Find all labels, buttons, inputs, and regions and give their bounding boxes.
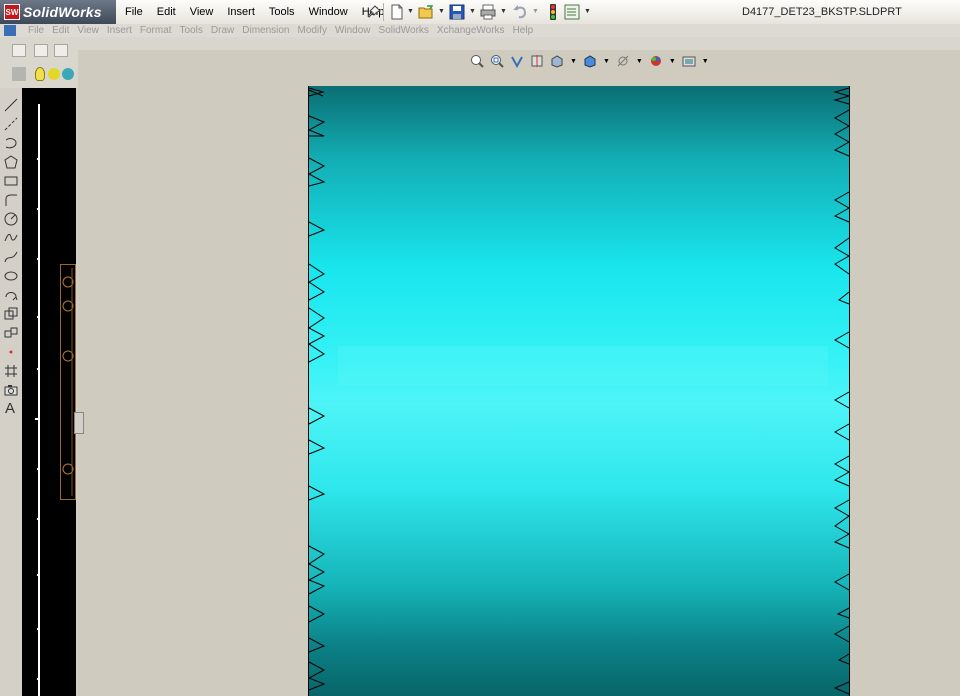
centerline-icon[interactable] [4,117,18,131]
point-icon[interactable] [4,345,18,359]
ghost-new-icon [12,44,26,57]
ghost-menu-draw: Draw [210,25,235,36]
hide-show-items-icon[interactable] [616,54,630,68]
freeform-curve-icon[interactable] [4,250,18,264]
options-icon[interactable] [564,4,580,20]
edit-appearance-icon[interactable] [649,54,663,68]
text-tool-icon[interactable]: A [5,400,15,417]
mirror-icon[interactable] [4,326,18,340]
splitter-handle[interactable] [74,412,84,434]
app-brand: SW SolidWorks [0,0,116,24]
display-style-icon[interactable] [583,54,597,68]
ghost-menu-solidworks: SolidWorks [378,25,429,36]
pushpin-icon[interactable] [366,4,382,20]
rebuild-traffic-light-icon[interactable] [545,4,561,20]
ghost-menu-file: File [28,25,45,36]
sun-icon [48,68,60,80]
spline-icon[interactable] [4,231,18,245]
ghost-menu-insert: Insert [106,25,132,36]
ghost-menu-modify: Modify [297,25,327,36]
ghost-save-icon [54,44,68,57]
save-icon[interactable] [449,4,465,20]
view-toolbar: ▼ ▼ ▼ ▼ ▼ [470,54,709,68]
menu-file[interactable]: File [118,4,150,20]
scene-dropdown-icon[interactable]: ▼ [702,58,709,65]
menu-edit[interactable]: Edit [150,4,183,20]
offset-icon[interactable] [4,307,18,321]
ghost-menu-bar: File Edit View Insert Format Tools Draw … [0,24,960,37]
menu-insert[interactable]: Insert [220,4,262,20]
appearance-dropdown-icon[interactable]: ▼ [669,58,676,65]
sketch-profile-detail [62,268,74,496]
print-icon[interactable] [480,4,496,20]
options-dropdown-icon[interactable]: ▼ [584,8,591,15]
scene-icon [62,68,74,80]
hide-show-dropdown-icon[interactable]: ▼ [636,58,643,65]
solidworks-logo-icon: SW [4,4,20,20]
ellipse-icon[interactable] [4,269,18,283]
layers-icon [12,67,26,81]
ghost-app-icon [4,25,16,36]
ghost-menu-view: View [77,25,99,36]
ghost-menu-xchangeworks: XchangeWorks [436,25,505,36]
ghost-menu-dimension: Dimension [242,25,290,36]
fillet-icon[interactable] [4,193,18,207]
section-view-icon[interactable] [530,54,544,68]
trim-icon[interactable] [4,364,18,378]
menu-tools[interactable]: Tools [262,4,302,20]
zoom-to-area-icon[interactable] [490,54,504,68]
open-dropdown-icon[interactable]: ▼ [438,8,445,15]
menu-view[interactable]: View [183,4,221,20]
lightbulb-icon [35,67,45,81]
document-title: D4177_DET23_BKSTP.SLDPRT [742,6,902,18]
view-orientation-icon[interactable] [550,54,564,68]
toolbar-separator [383,3,384,21]
arc-icon[interactable] [4,136,18,150]
print-dropdown-icon[interactable]: ▼ [500,8,507,15]
partial-ellipse-icon[interactable] [4,288,18,302]
rectangle-icon[interactable] [4,174,18,188]
line-icon[interactable] [4,98,18,112]
previous-view-icon[interactable] [510,54,524,68]
zoom-to-fit-icon[interactable] [470,54,484,68]
new-dropdown-icon[interactable]: ▼ [407,8,414,15]
new-document-icon[interactable] [389,4,405,20]
ghost-menu-window: Window [334,25,371,36]
undo-icon[interactable] [512,4,528,20]
app-name: SolidWorks [23,4,102,20]
display-style-dropdown-icon[interactable]: ▼ [603,58,610,65]
ghost-menu-tools: Tools [179,25,203,36]
ghost-open-icon [34,44,48,57]
ghost-menu-edit: Edit [52,25,70,36]
ghost-menu-format: Format [139,25,172,36]
circle-icon[interactable] [4,212,18,226]
polygon-icon[interactable] [4,155,18,169]
menu-window[interactable]: Window [302,4,355,20]
part-edge-triangles [308,87,850,695]
apply-scene-icon[interactable] [682,54,696,68]
camera-icon[interactable] [4,383,18,397]
view-orientation-dropdown-icon[interactable]: ▼ [570,58,577,65]
menu: File Edit View Insert Tools Window Help [118,4,391,20]
save-dropdown-icon[interactable]: ▼ [469,8,476,15]
undo-dropdown-icon[interactable]: ▼ [532,8,539,15]
open-folder-icon[interactable] [418,4,434,20]
ghost-menu-help: Help [512,25,534,36]
